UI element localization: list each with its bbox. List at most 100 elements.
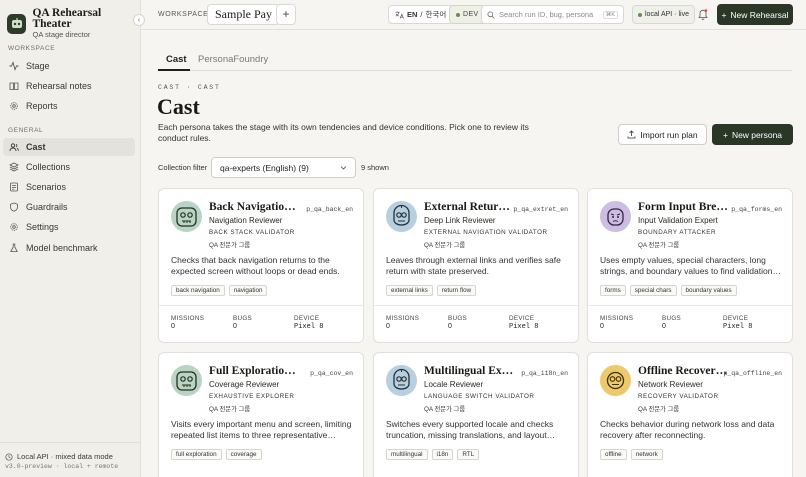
lang-ko: 한국어 [425,10,447,19]
tab-personafoundry[interactable]: PersonaFoundry [198,54,268,65]
sidebar-item-settings[interactable]: Settings [3,218,135,236]
sidebar-item-label: Collections [26,162,71,172]
brand[interactable]: QA Rehearsal Theater QA stage director [7,7,140,39]
new-persona-button[interactable]: + New persona [712,124,793,145]
persona-name: Full Exploration Agent [209,365,301,377]
sidebar-item-collections[interactable]: Collections [3,158,135,176]
status-dot-icon [638,12,642,17]
tag-chip: forms [600,285,626,296]
search-input[interactable]: Search run ID, bug, persona ⌘K [481,5,624,24]
stat-missions: MISSIONS 0 [600,315,633,330]
flask-icon [10,243,18,252]
tag-chip: i18n [431,449,454,460]
stat-label: DEVICE [509,315,535,322]
sidebar-footer: Local API · mixed data mode v3.0-preview… [0,442,140,470]
workspace-selector[interactable]: Sample Pay [207,4,280,25]
stat-value: Pixel 8 [723,323,753,331]
section-label-general: GENERAL [8,127,44,134]
sidebar-item-reports[interactable]: Reports [3,97,135,115]
import-run-plan-label: Import run plan [640,129,698,140]
page-description: Each persona takes the stage with its ow… [158,122,529,143]
plus-icon: + [722,129,728,140]
persona-tags: multilingual i18n RTL [386,449,480,460]
persona-role: Deep Link Reviewer [424,216,496,225]
api-mode-status: Local API · mixed data mode [5,452,113,461]
collapse-sidebar-button[interactable]: ‹ [133,14,145,26]
persona-id: p_qa_offline_en [723,370,782,377]
persona-card[interactable]: Form Input Breaker p_qa_forms_en Input V… [587,188,793,343]
stat-label: BUGS [448,315,468,322]
persona-role: Network Reviewer [638,380,703,389]
persona-role: Coverage Reviewer [209,380,280,389]
persona-tags: offline network [600,449,663,460]
persona-avatar [171,201,202,232]
stat-device: DEVICE Pixel 8 [509,315,538,331]
persona-tags: back navigation navigation [171,285,268,296]
persona-group: QA 전문가 그룹 [638,406,680,413]
active-tab-indicator [158,69,190,71]
language-toggle[interactable]: EN / 한국어 [388,5,454,24]
import-run-plan-button[interactable]: Import run plan [618,124,707,145]
robot-green-face-icon [176,207,197,227]
persona-group: QA 전문가 그룹 [209,242,251,249]
api-status-label: local API · live [645,11,689,18]
sidebar-item-cast[interactable]: Cast [3,138,135,156]
topbar: WORKSPACE Sample Pay + EN / 한국어 DEV Sear… [141,0,806,30]
stat-device: DEVICE Pixel 8 [723,315,752,331]
persona-archetype: BOUNDARY ATTACKER [638,229,717,236]
stat-value: 0 [233,323,237,330]
persona-card[interactable]: Back Navigation Reviewer p_qa_back_en Na… [158,188,364,343]
tab-bar: Cast PersonaFoundry [158,45,792,71]
persona-description: Checks behavior during network loss and … [600,419,775,440]
sidebar-item-stage[interactable]: Stage [3,57,135,75]
page-title: Cast [157,94,200,119]
purple-face-icon [607,208,624,226]
sidebar-item-label: Reports [26,101,58,111]
tag-chip: full exploration [171,449,222,460]
card-divider [588,305,792,306]
api-mode-label: Local API · mixed data mode [17,452,113,461]
sidebar-item-label: Model benchmark [26,243,98,253]
tag-chip: navigation [228,285,268,296]
section-label-workspace: WORKSPACE [8,45,56,52]
bell-icon[interactable] [697,8,709,20]
shown-count: 9 shown [361,163,389,172]
persona-card[interactable]: External Return Verifier p_qa_extret_en … [373,188,579,343]
stat-label: MISSIONS [171,315,205,322]
new-rehearsal-label: New Rehearsal [730,9,789,20]
new-rehearsal-button[interactable]: + New Rehearsal [717,4,793,25]
tag-chip: network [630,449,663,460]
persona-avatar [386,365,417,396]
translate-icon [395,11,404,19]
tag-chip: coverage [225,449,262,460]
plus-icon: + [721,9,727,20]
persona-name: Form Input Breaker [638,201,730,213]
persona-role: Navigation Reviewer [209,216,283,225]
breadcrumb: CAST · CAST [158,84,221,91]
persona-avatar [386,201,417,232]
persona-card[interactable]: Offline Recovery Tester p_qa_offline_en … [587,352,793,477]
stat-label: BUGS [662,315,682,322]
add-workspace-button[interactable]: + [276,4,296,25]
sidebar-item-scenarios[interactable]: Scenarios [3,178,135,196]
persona-role: Locale Reviewer [424,380,484,389]
sidebar-item-label: Rehearsal notes [26,81,92,91]
sidebar-item-model-benchmark[interactable]: Model benchmark [3,239,135,257]
stat-bugs: BUGS 0 [662,315,681,330]
tag-chip: back navigation [171,285,225,296]
sidebar-item-rehearsal-notes[interactable]: Rehearsal notes [3,77,135,95]
sidebar-item-label: Scenarios [26,182,67,192]
persona-card[interactable]: Multilingual Explorer p_qa_i18n_en Local… [373,352,579,477]
collection-filter-select[interactable]: qa-experts (English) (9) [211,157,356,178]
sidebar-item-label: Settings [26,222,59,232]
persona-description: Switches every supported locale and chec… [386,419,554,440]
tag-chip: boundary values [680,285,737,296]
persona-description: Checks that back navigation returns to t… [171,255,340,276]
sidebar-item-guardrails[interactable]: Guardrails [3,198,135,216]
persona-description: Leaves through external links and verifi… [386,255,561,276]
tab-cast[interactable]: Cast [166,54,187,65]
stat-label: DEVICE [723,315,749,322]
persona-name: External Return Verifier [424,201,516,213]
persona-card[interactable]: Full Exploration Agent p_qa_cov_en Cover… [158,352,364,477]
collection-filter-value: qa-experts (English) (9) [220,162,309,173]
